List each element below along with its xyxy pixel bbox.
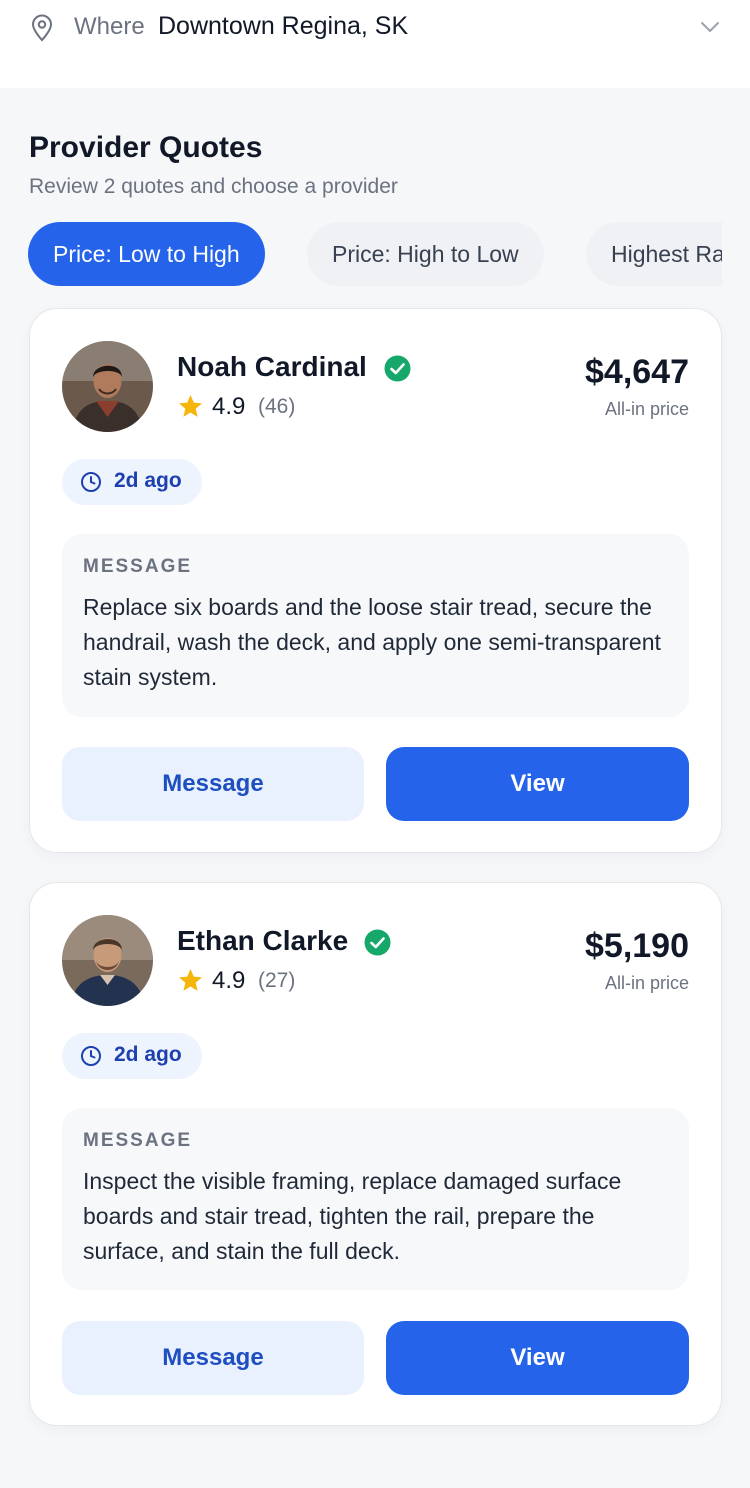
- page-title: Provider Quotes: [29, 131, 263, 164]
- clock-icon: [81, 1046, 101, 1066]
- avatar: [62, 915, 153, 1006]
- sort-options: Price: Low to High Price: High to Low Hi…: [0, 222, 722, 286]
- chevron-down-icon[interactable]: [698, 16, 722, 38]
- location-selector[interactable]: Where Downtown Regina, SK: [0, 0, 750, 88]
- message-heading: MESSAGE: [83, 556, 193, 577]
- message-button[interactable]: Message: [62, 1321, 364, 1395]
- clock-icon: [81, 472, 101, 492]
- time-badge: 2d ago: [62, 459, 202, 505]
- message-button[interactable]: Message: [62, 747, 364, 821]
- verified-check-icon: [384, 355, 411, 382]
- message-text: Inspect the visible framing, replace dam…: [83, 1168, 622, 1264]
- quote-price: $4,647: [585, 353, 689, 391]
- verified-check-icon: [364, 929, 391, 956]
- sort-chip-price-low-high[interactable]: Price: Low to High: [28, 222, 265, 286]
- location-value: Downtown Regina, SK: [158, 12, 409, 40]
- view-button[interactable]: View: [386, 1321, 689, 1395]
- quote-card: Noah Cardinal 4.9 (46) $4,647 All-in pri…: [29, 308, 722, 853]
- rating-value: 4.9: [212, 393, 246, 420]
- time-text: 2d ago: [114, 1043, 182, 1066]
- map-pin-icon: [31, 14, 53, 42]
- provider-name: Noah Cardinal: [177, 351, 367, 382]
- message-box: MESSAGE Inspect the visible framing, rep…: [62, 1108, 689, 1290]
- rating-value: 4.9: [212, 967, 246, 994]
- location-label: Where: [74, 13, 145, 40]
- page-subtitle: Review 2 quotes and choose a provider: [29, 175, 398, 198]
- quote-card: Ethan Clarke 4.9 (27) $5,190 All-in pric…: [29, 882, 722, 1426]
- review-count: (46): [258, 395, 296, 418]
- avatar: [62, 341, 153, 432]
- sort-chip-highest-rated[interactable]: Highest Rated: [586, 222, 722, 286]
- time-badge: 2d ago: [62, 1033, 202, 1079]
- review-count: (27): [258, 969, 296, 992]
- price-label: All-in price: [604, 399, 689, 419]
- star-icon: [179, 969, 202, 991]
- time-text: 2d ago: [114, 469, 182, 492]
- price-label: All-in price: [604, 973, 689, 993]
- star-icon: [179, 395, 202, 417]
- view-button[interactable]: View: [386, 747, 689, 821]
- message-heading: MESSAGE: [83, 1130, 193, 1151]
- message-box: MESSAGE Replace six boards and the loose…: [62, 534, 689, 717]
- message-text: Replace six boards and the loose stair t…: [83, 594, 661, 690]
- sort-chip-price-high-low[interactable]: Price: High to Low: [307, 222, 544, 286]
- provider-name: Ethan Clarke: [177, 925, 349, 956]
- quote-price: $5,190: [585, 927, 689, 965]
